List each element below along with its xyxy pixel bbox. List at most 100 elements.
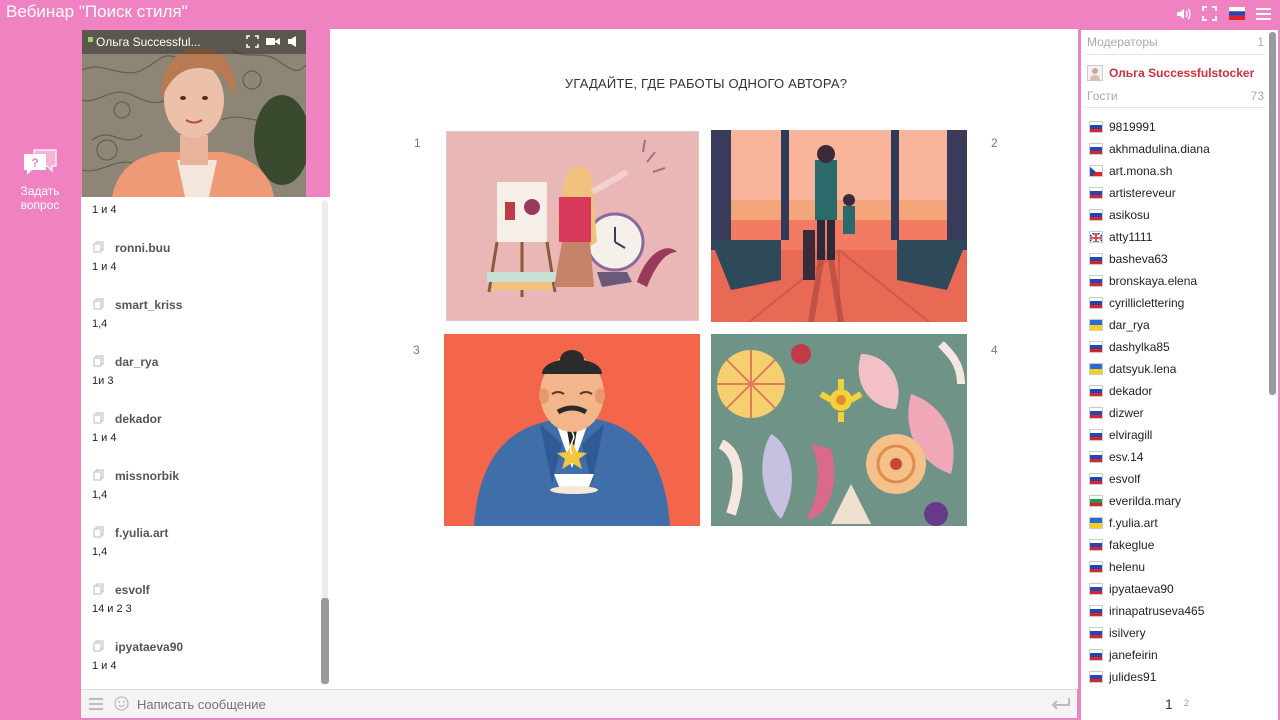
moderator-item[interactable]: Ольга Successfulstocker	[1087, 65, 1254, 81]
chat-username[interactable]: ipyataeva90	[115, 640, 183, 654]
question-bubble-icon: ?	[20, 146, 60, 180]
guest-item[interactable]: esvolf	[1089, 471, 1140, 487]
guest-item[interactable]: fakeglue	[1089, 537, 1154, 553]
ru-flag-icon	[1089, 407, 1103, 419]
video-controls	[246, 35, 300, 53]
page-2-button[interactable]: 2	[1184, 698, 1189, 708]
chat-copy-icon[interactable]	[93, 298, 105, 313]
russia-flag-icon[interactable]	[1228, 5, 1245, 22]
guest-name: everilda.mary	[1109, 494, 1182, 508]
guest-item[interactable]: atty1111	[1089, 229, 1152, 245]
ru-flag-icon	[1089, 297, 1103, 309]
ru-flag-icon	[1089, 561, 1103, 573]
ru-flag-icon	[1089, 627, 1103, 639]
send-enter-icon[interactable]	[1051, 697, 1071, 716]
guest-name: dar_rya	[1109, 318, 1150, 332]
guest-name: julides91	[1109, 670, 1157, 684]
bg-flag-icon	[1089, 495, 1103, 507]
guest-item[interactable]: datsyuk.lena	[1089, 361, 1176, 377]
chat-copy-icon[interactable]	[93, 640, 105, 655]
chat-username[interactable]: esvolf	[115, 583, 150, 597]
guest-item[interactable]: bronskaya.elena	[1089, 273, 1197, 289]
gb-flag-icon	[1089, 231, 1103, 243]
moderators-label: Модераторы	[1087, 35, 1158, 49]
guest-name: 9819991	[1109, 120, 1156, 134]
guest-item[interactable]: akhmadulina.diana	[1089, 141, 1210, 157]
chat-panel: 1 и 4 ronni.buu 1 и 4 smart_kriss 1,4 da…	[81, 197, 330, 689]
guest-item[interactable]: elviragill	[1089, 427, 1152, 443]
fullscreen-icon[interactable]	[1201, 5, 1218, 22]
ask-question-button[interactable]: ? Задать вопрос	[14, 146, 66, 212]
message-input[interactable]	[137, 695, 997, 714]
video-header: Ольга Successful...	[82, 30, 306, 54]
guest-item[interactable]: art.mona.sh	[1089, 163, 1172, 179]
chat-username[interactable]: smart_kriss	[115, 298, 182, 312]
guest-item[interactable]: dar_rya	[1089, 317, 1150, 333]
guest-item[interactable]: ipyataeva90	[1089, 581, 1174, 597]
slide-title: УГАДАЙТЕ, ГДЕ РАБОТЫ ОДНОГО АВТОРА?	[564, 76, 848, 91]
guest-name: irinapatruseva465	[1109, 604, 1205, 618]
guest-name: datsyuk.lena	[1109, 362, 1177, 376]
chat-copy-icon[interactable]	[93, 469, 105, 484]
guest-name: dashylka85	[1109, 340, 1170, 354]
camera-icon[interactable]	[266, 35, 280, 53]
chat-username[interactable]: dekador	[115, 412, 162, 426]
presenter-video[interactable]: Ольга Successful...	[82, 30, 306, 197]
ru-flag-icon	[1089, 341, 1103, 353]
ask-question-label: Задать вопрос	[20, 184, 60, 212]
guest-item[interactable]: dizwer	[1089, 405, 1144, 421]
guest-item[interactable]: janefeirin	[1089, 647, 1158, 663]
page-1-button[interactable]: 1	[1165, 696, 1173, 712]
guest-name: esv.14	[1109, 450, 1144, 464]
guest-name: ipyataeva90	[1109, 582, 1174, 596]
guest-item[interactable]: artistereveur	[1089, 185, 1176, 201]
participants-scrollbar[interactable]	[1269, 32, 1276, 395]
ru-flag-icon	[1089, 605, 1103, 617]
moderator-name: Ольга Successfulstocker	[1109, 66, 1255, 80]
chat-username[interactable]: f.yulia.art	[115, 526, 168, 540]
guest-item[interactable]: isilvery	[1089, 625, 1146, 641]
artwork-number: 3	[413, 343, 420, 357]
ru-flag-icon	[1089, 385, 1103, 397]
chat-username[interactable]: dar_rya	[115, 355, 158, 369]
divider	[1085, 54, 1265, 55]
emoji-icon[interactable]	[114, 696, 129, 716]
chat-copy-icon[interactable]	[93, 412, 105, 427]
guest-item[interactable]: dekador	[1089, 383, 1152, 399]
guest-item[interactable]: asikosu	[1089, 207, 1150, 223]
guest-item[interactable]: f.yulia.art	[1089, 515, 1158, 531]
chat-copy-icon[interactable]	[93, 526, 105, 541]
chat-copy-icon[interactable]	[93, 583, 105, 598]
chat-copy-icon[interactable]	[93, 355, 105, 370]
chat-scrollbar[interactable]	[321, 598, 329, 684]
chat-copy-icon[interactable]	[93, 241, 105, 256]
chat-message: 14 и 2 3	[92, 603, 132, 615]
chat-username[interactable]: ronni.buu	[115, 241, 170, 255]
chat-username[interactable]: missnorbik	[115, 469, 179, 483]
volume-icon[interactable]	[287, 35, 300, 53]
ru-flag-icon	[1089, 451, 1103, 463]
svg-text:?: ?	[31, 156, 38, 170]
guest-item[interactable]: basheva63	[1089, 251, 1168, 267]
guest-name: f.yulia.art	[1109, 516, 1158, 530]
expand-icon[interactable]	[246, 35, 259, 53]
ru-flag-icon	[1089, 649, 1103, 661]
guest-name: janefeirin	[1109, 648, 1158, 662]
guest-item[interactable]: julides91	[1089, 669, 1156, 685]
guest-item[interactable]: irinapatruseva465	[1089, 603, 1204, 619]
guest-item[interactable]: helenu	[1089, 559, 1145, 575]
menu-icon[interactable]	[1255, 5, 1272, 22]
moderators-count: 1	[1257, 35, 1264, 49]
guest-item[interactable]: cyrilliclettering	[1089, 295, 1184, 311]
guest-name: basheva63	[1109, 252, 1168, 266]
guest-item[interactable]: 9819991	[1089, 119, 1156, 135]
speaker-icon[interactable]	[1174, 5, 1191, 22]
top-bar: Вебинар "Поиск стиля"	[0, 0, 1280, 28]
guest-item[interactable]: dashylka85	[1089, 339, 1170, 355]
ru-flag-icon	[1089, 671, 1103, 683]
presenter-name: Ольга Successful...	[96, 35, 201, 49]
guest-item[interactable]: everilda.mary	[1089, 493, 1181, 509]
guest-item[interactable]: esv.14	[1089, 449, 1143, 465]
status-dot	[88, 37, 93, 42]
menu-icon[interactable]	[89, 697, 103, 716]
